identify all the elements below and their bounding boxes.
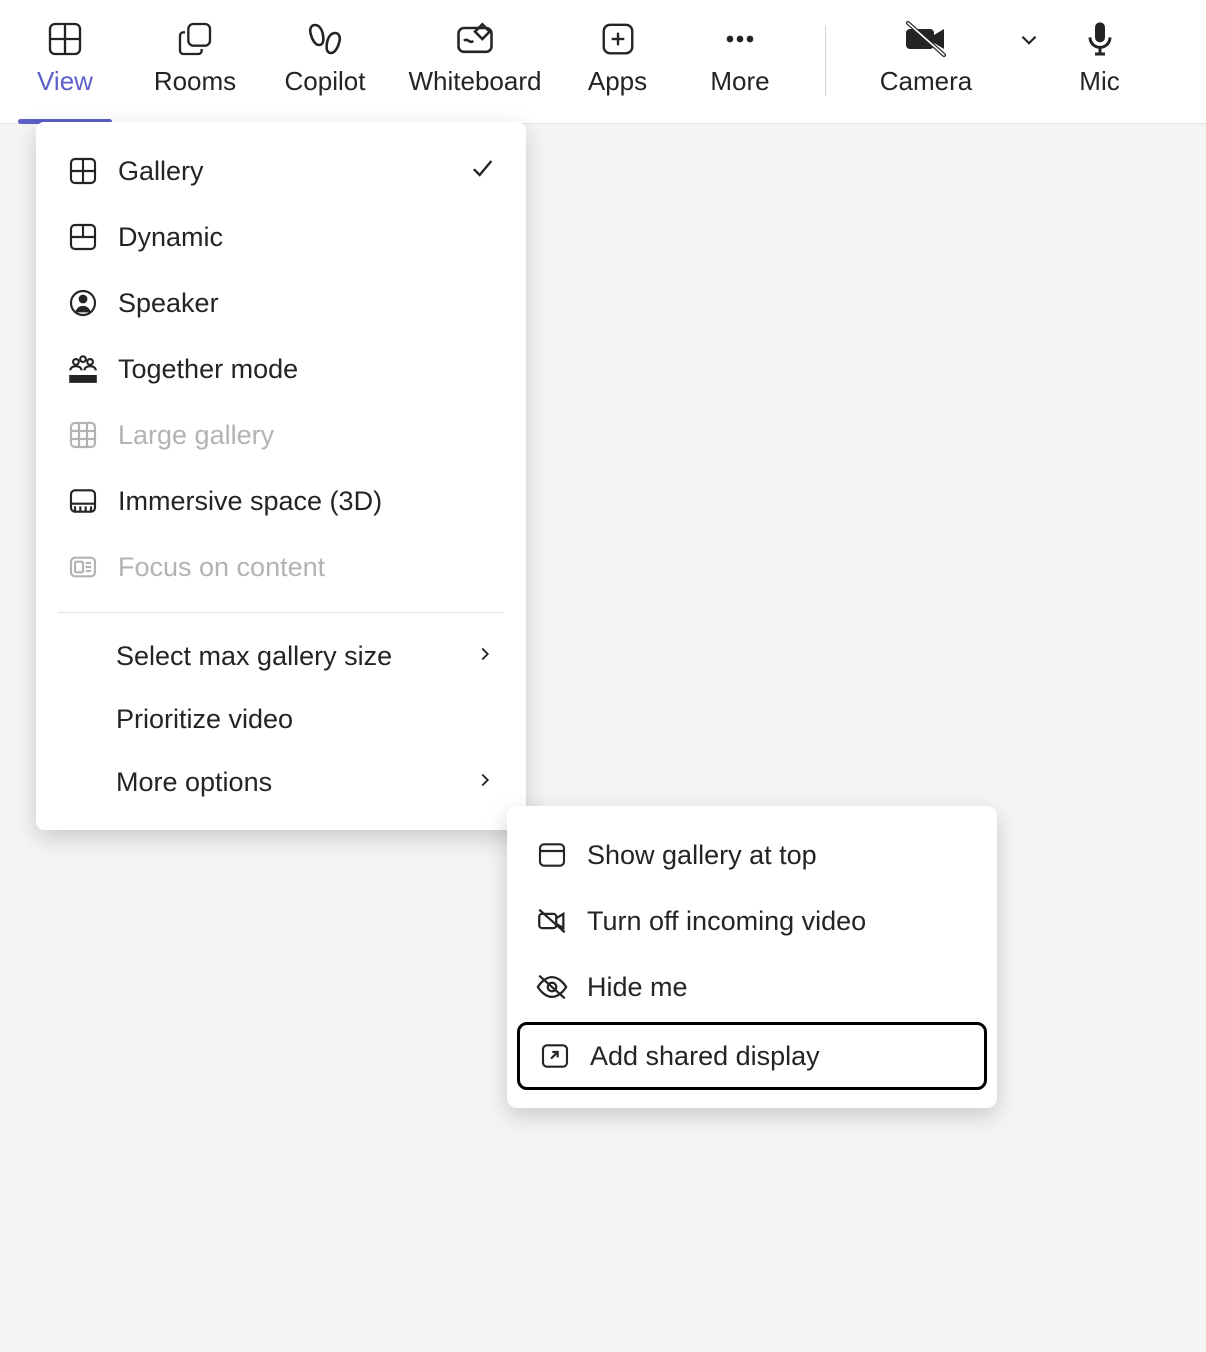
more-button[interactable]: More bbox=[675, 18, 805, 123]
menu-item-focus-content: Focus on content bbox=[36, 534, 526, 600]
menu-item-more-options[interactable]: More options bbox=[36, 751, 526, 814]
whiteboard-button[interactable]: Whiteboard bbox=[390, 18, 560, 123]
camera-label: Camera bbox=[880, 66, 972, 97]
submenu-item-hide-me[interactable]: Hide me bbox=[507, 954, 997, 1020]
immersive-icon bbox=[66, 484, 100, 518]
dynamic-grid-icon bbox=[66, 220, 100, 254]
focus-content-label: Focus on content bbox=[118, 552, 325, 583]
dynamic-label: Dynamic bbox=[118, 222, 223, 253]
menu-item-large-gallery: Large gallery bbox=[36, 402, 526, 468]
menu-divider bbox=[58, 612, 504, 613]
mic-label: Mic bbox=[1079, 66, 1119, 97]
copilot-icon bbox=[301, 15, 349, 68]
menu-item-gallery[interactable]: Gallery bbox=[36, 138, 526, 204]
copilot-label: Copilot bbox=[285, 66, 366, 97]
speaker-label: Speaker bbox=[118, 288, 219, 319]
submenu-item-turn-off-incoming[interactable]: Turn off incoming video bbox=[507, 888, 997, 954]
copilot-button[interactable]: Copilot bbox=[260, 18, 390, 123]
more-label: More bbox=[710, 66, 769, 97]
meeting-toolbar: View Rooms Copilot bbox=[0, 0, 1206, 124]
apps-icon bbox=[599, 20, 637, 63]
together-label: Together mode bbox=[118, 354, 298, 385]
camera-off-icon bbox=[902, 15, 950, 68]
submenu-item-add-shared-display[interactable]: Add shared display bbox=[517, 1022, 987, 1090]
speaker-icon bbox=[66, 286, 100, 320]
menu-item-together[interactable]: Together mode bbox=[36, 336, 526, 402]
whiteboard-label: Whiteboard bbox=[409, 66, 542, 97]
rooms-icon bbox=[175, 19, 215, 64]
whiteboard-icon bbox=[453, 17, 497, 66]
video-off-icon bbox=[535, 904, 569, 938]
mic-icon bbox=[1080, 19, 1120, 64]
show-gallery-top-label: Show gallery at top bbox=[587, 840, 817, 871]
chevron-down-icon[interactable] bbox=[1016, 27, 1042, 58]
gallery-top-icon bbox=[535, 838, 569, 872]
menu-item-prioritize-video[interactable]: Prioritize video bbox=[36, 688, 526, 751]
mic-button[interactable]: Mic bbox=[1042, 18, 1157, 123]
more-options-label: More options bbox=[116, 767, 272, 798]
view-dropdown: Gallery Dynamic Speaker bbox=[36, 122, 526, 830]
submenu-item-show-gallery-top[interactable]: Show gallery at top bbox=[507, 822, 997, 888]
prioritize-label: Prioritize video bbox=[116, 704, 293, 735]
turn-off-incoming-label: Turn off incoming video bbox=[587, 906, 866, 937]
hide-me-label: Hide me bbox=[587, 972, 688, 1003]
chevron-right-icon bbox=[474, 641, 496, 672]
select-max-label: Select max gallery size bbox=[116, 641, 392, 672]
rooms-button[interactable]: Rooms bbox=[130, 18, 260, 123]
menu-item-dynamic[interactable]: Dynamic bbox=[36, 204, 526, 270]
apps-button[interactable]: Apps bbox=[560, 18, 675, 123]
add-shared-display-label: Add shared display bbox=[590, 1041, 820, 1072]
add-display-icon bbox=[538, 1039, 572, 1073]
large-gallery-icon bbox=[66, 418, 100, 452]
grid-icon bbox=[45, 19, 85, 64]
menu-item-select-max[interactable]: Select max gallery size bbox=[36, 625, 526, 688]
menu-item-speaker[interactable]: Speaker bbox=[36, 270, 526, 336]
focus-content-icon bbox=[66, 550, 100, 584]
menu-item-immersive[interactable]: Immersive space (3D) bbox=[36, 468, 526, 534]
apps-label: Apps bbox=[588, 66, 647, 97]
check-icon bbox=[468, 154, 496, 189]
more-options-submenu: Show gallery at top Turn off incoming vi… bbox=[507, 806, 997, 1108]
rooms-label: Rooms bbox=[154, 66, 236, 97]
camera-button[interactable]: Camera bbox=[846, 18, 1006, 97]
large-gallery-label: Large gallery bbox=[118, 420, 274, 451]
immersive-label: Immersive space (3D) bbox=[118, 486, 382, 517]
together-icon bbox=[66, 352, 100, 386]
view-button[interactable]: View bbox=[0, 18, 130, 123]
chevron-right-icon bbox=[474, 767, 496, 798]
more-icon bbox=[720, 19, 760, 64]
gallery-label: Gallery bbox=[118, 156, 204, 187]
toolbar-divider bbox=[825, 26, 826, 96]
gallery-grid-icon bbox=[66, 154, 100, 188]
view-label: View bbox=[37, 66, 93, 97]
eye-off-icon bbox=[535, 970, 569, 1004]
